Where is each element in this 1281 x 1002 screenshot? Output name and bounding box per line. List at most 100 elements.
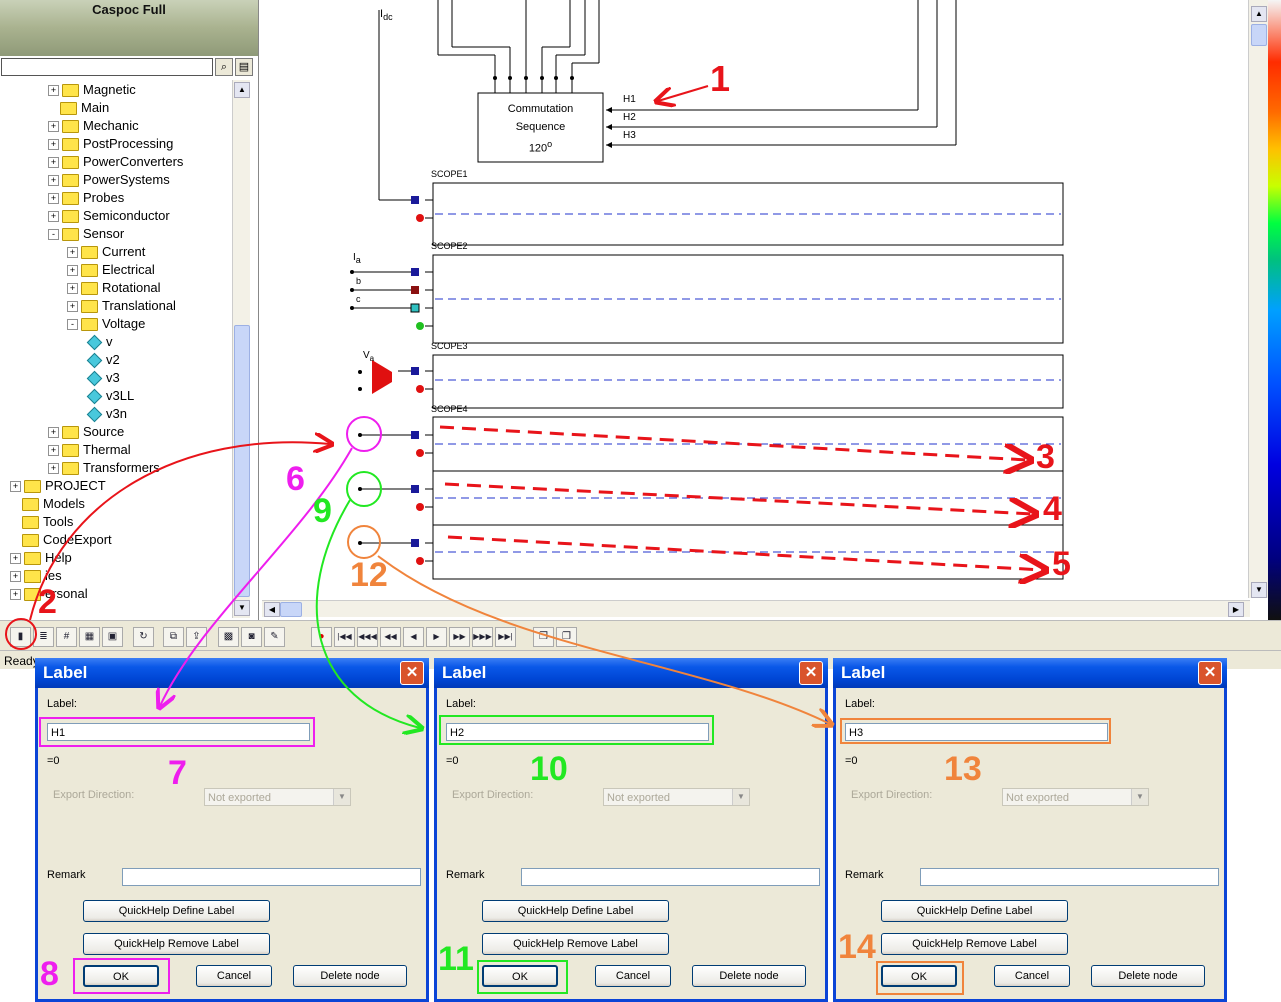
canvas-hscroll-thumb[interactable] — [280, 602, 302, 617]
media-control-button[interactable]: ▶ — [426, 627, 447, 647]
quickhelp-define-button[interactable]: QuickHelp Define Label — [83, 900, 270, 922]
expand-icon[interactable]: + — [10, 571, 21, 583]
media-control-button[interactable]: |◀◀ — [334, 627, 355, 647]
remark-input[interactable] — [920, 868, 1219, 886]
expand-icon[interactable] — [10, 500, 19, 509]
label-input[interactable]: H1 — [47, 723, 310, 741]
label-input[interactable]: H3 — [845, 723, 1108, 741]
quickhelp-remove-button[interactable]: QuickHelp Remove Label — [881, 933, 1068, 955]
window-icon[interactable]: ❐ — [533, 627, 554, 647]
quickhelp-define-button[interactable]: QuickHelp Define Label — [482, 900, 669, 922]
tree-item[interactable]: v3n — [86, 405, 127, 423]
tree-item[interactable]: + Mechanic — [48, 117, 139, 135]
tree-item[interactable]: Main — [48, 99, 109, 117]
export-direction-select[interactable]: Not exported ▼ — [204, 788, 351, 806]
tree-item[interactable]: + Thermal — [48, 441, 131, 459]
expand-icon[interactable]: + — [48, 121, 59, 133]
tree-item[interactable]: + Probes — [48, 189, 124, 207]
tree-item[interactable]: v3 — [86, 369, 120, 387]
refresh-icon[interactable]: ↻ — [133, 627, 154, 647]
expand-icon[interactable] — [10, 536, 19, 545]
schematic-canvas[interactable]: Idc Commutation Sequence 120o H1 H2 H3 S… — [260, 0, 1248, 598]
search-icon[interactable]: ⌕ — [215, 58, 233, 76]
ok-button[interactable]: OK — [482, 965, 558, 987]
ok-button[interactable]: OK — [881, 965, 957, 987]
expand-icon[interactable]: + — [10, 553, 21, 565]
camera-icon[interactable]: ◙ — [241, 627, 262, 647]
scroll-up-icon[interactable]: ▲ — [1251, 6, 1267, 22]
expand-icon[interactable]: + — [48, 193, 59, 205]
tree-scrollbar[interactable]: ▲ ▼ — [232, 80, 250, 618]
grid-icon[interactable]: ▦ — [79, 627, 100, 647]
expand-icon[interactable]: + — [67, 265, 78, 277]
expand-icon[interactable] — [48, 104, 57, 113]
media-control-button[interactable]: ◀◀ — [380, 627, 401, 647]
tree-item[interactable]: + Translational — [67, 297, 176, 315]
tree-item[interactable]: + Semiconductor — [48, 207, 170, 225]
tree-item[interactable]: + PowerSystems — [48, 171, 170, 189]
expand-icon[interactable]: + — [67, 247, 78, 259]
number-icon[interactable]: # — [56, 627, 77, 647]
media-control-button[interactable]: ▶▶ — [449, 627, 470, 647]
expand-icon[interactable]: + — [67, 283, 78, 295]
expand-icon[interactable] — [10, 518, 19, 527]
expand-icon[interactable]: + — [48, 463, 59, 475]
expand-icon[interactable]: + — [48, 427, 59, 439]
scroll-down-icon[interactable]: ▼ — [1251, 582, 1267, 598]
tree-item[interactable]: + PROJECT — [10, 477, 106, 495]
tree-item[interactable]: - Sensor — [48, 225, 124, 243]
expand-icon[interactable]: + — [48, 139, 59, 151]
cancel-button[interactable]: Cancel — [595, 965, 671, 987]
close-icon[interactable]: ✕ — [400, 661, 424, 685]
scroll-right-icon[interactable]: ▶ — [1228, 602, 1244, 617]
expand-icon[interactable]: + — [10, 481, 21, 493]
label-input[interactable]: H2 — [446, 723, 709, 741]
remark-input[interactable] — [521, 868, 820, 886]
delete-node-button[interactable]: Delete node — [1091, 965, 1205, 987]
tree-item[interactable]: Tools — [10, 513, 73, 531]
tree-item[interactable]: CodeExport — [10, 531, 112, 549]
tree-item[interactable]: + PostProcessing — [48, 135, 173, 153]
expand-icon[interactable]: + — [48, 157, 59, 169]
quickhelp-remove-button[interactable]: QuickHelp Remove Label — [482, 933, 669, 955]
ok-button[interactable]: OK — [83, 965, 159, 987]
remark-input[interactable] — [122, 868, 421, 886]
quickhelp-remove-button[interactable]: QuickHelp Remove Label — [83, 933, 270, 955]
expand-icon[interactable]: + — [48, 445, 59, 457]
record-icon[interactable]: ● — [311, 627, 332, 647]
media-control-button[interactable]: ▶▶| — [495, 627, 516, 647]
expand-icon[interactable]: + — [48, 175, 59, 187]
scroll-up-icon[interactable]: ▲ — [234, 82, 250, 98]
export-icon[interactable]: ⇪ — [186, 627, 207, 647]
brush-icon[interactable]: ✎ — [264, 627, 285, 647]
tree-item[interactable]: + Current — [67, 243, 145, 261]
scroll-down-icon[interactable]: ▼ — [234, 600, 250, 616]
tree-item[interactable]: + Rotational — [67, 279, 161, 297]
network-icon[interactable]: ⧉ — [163, 627, 184, 647]
list-icon[interactable]: ≣ — [33, 627, 54, 647]
media-control-button[interactable]: ◀◀◀ — [357, 627, 378, 647]
close-icon[interactable]: ✕ — [1198, 661, 1222, 685]
delete-node-button[interactable]: Delete node — [293, 965, 407, 987]
tree-item[interactable]: + PowerConverters — [48, 153, 183, 171]
image-icon[interactable]: ▩ — [218, 627, 239, 647]
canvas-vscrollbar[interactable]: ▲ ▼ — [1248, 0, 1268, 598]
windows-icon[interactable]: ❐ — [556, 627, 577, 647]
collapse-icon[interactable]: - — [67, 319, 78, 331]
scroll-left-icon[interactable]: ◀ — [264, 602, 280, 617]
media-control-button[interactable]: ▶▶▶ — [472, 627, 493, 647]
tree-item[interactable]: + Electrical — [67, 261, 155, 279]
expand-icon[interactable]: + — [10, 589, 21, 601]
collapse-icon[interactable]: - — [48, 229, 59, 241]
tree-item[interactable]: + Transformers — [48, 459, 160, 477]
canvas-hscrollbar[interactable]: ◀ ▶ — [262, 600, 1250, 617]
export-direction-select[interactable]: Not exported ▼ — [603, 788, 750, 806]
tree-item[interactable]: + Help — [10, 549, 72, 567]
close-icon[interactable]: ✕ — [799, 661, 823, 685]
tree-item[interactable]: Models — [10, 495, 85, 513]
export-direction-select[interactable]: Not exported ▼ — [1002, 788, 1149, 806]
tree-item[interactable]: v2 — [86, 351, 120, 369]
open-icon[interactable]: ▮ — [10, 627, 31, 647]
tree-item[interactable]: v — [86, 333, 113, 351]
tree-item[interactable]: + Magnetic — [48, 81, 136, 99]
